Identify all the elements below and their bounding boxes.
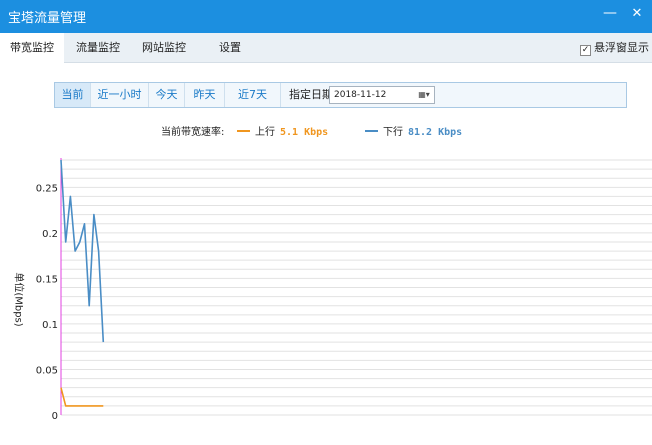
minimize-icon[interactable]: — — [601, 6, 619, 22]
filter-today-button[interactable]: 今天 — [149, 83, 185, 107]
float-window-label: 悬浮窗显示 — [594, 41, 649, 54]
upload-label: 上行 — [255, 127, 275, 138]
date-filter-label: 指定日期 — [289, 88, 333, 101]
y-tick-label: 0.15 — [36, 274, 58, 285]
float-window-checkbox[interactable]: ✓ — [580, 45, 591, 56]
filter-current-button[interactable]: 当前 — [55, 83, 91, 107]
legend-download: 下行 81.2 Kbps — [365, 126, 462, 140]
y-tick-label: 0.2 — [42, 229, 58, 240]
upload-rate: 5.1 Kbps — [280, 127, 329, 138]
close-icon[interactable]: ✕ — [628, 5, 646, 23]
tab-site-monitor[interactable]: 网站监控 — [132, 33, 196, 63]
y-tick-label: 0.05 — [36, 365, 58, 376]
y-tick-label: 0 — [52, 411, 58, 422]
y-tick-label: 0.25 — [36, 183, 58, 194]
time-filter-bar: 当前 近一小时 今天 昨天 近7天 指定日期 2018-11-12 ▦▾ — [54, 82, 627, 108]
date-input-value: 2018-11-12 — [334, 90, 387, 100]
download-label: 下行 — [383, 127, 403, 138]
title-bar: 宝塔流量管理 — ✕ — [0, 0, 652, 33]
legend-upload: 上行 5.1 Kbps — [237, 126, 328, 140]
download-swatch — [365, 130, 378, 132]
calendar-dropdown-icon[interactable]: ▦▾ — [416, 88, 432, 102]
tab-bandwidth-monitor[interactable]: 带宽监控 — [0, 33, 64, 64]
upload-swatch — [237, 130, 250, 132]
window-title: 宝塔流量管理 — [8, 11, 87, 26]
y-tick-labels: 0 0.05 0.1 0.15 0.2 0.25 — [36, 183, 58, 422]
bandwidth-chart: 0 0.05 0.1 0.15 0.2 0.25 — [36, 158, 652, 422]
filter-yesterday-button[interactable]: 昨天 — [185, 83, 225, 107]
filter-last-7-days-button[interactable]: 近7天 — [225, 83, 281, 107]
legend-caption: 当前带宽速率: — [161, 127, 225, 138]
chart-grid — [60, 158, 652, 416]
filter-last-hour-button[interactable]: 近一小时 — [91, 83, 149, 107]
tab-settings[interactable]: 设置 — [204, 33, 256, 63]
download-rate: 81.2 Kbps — [408, 127, 463, 138]
tab-traffic-monitor[interactable]: 流量监控 — [66, 33, 130, 63]
y-tick-label: 0.1 — [42, 320, 58, 331]
tab-bar: 带宽监控 流量监控 网站监控 设置 ✓ 悬浮窗显示 — [0, 33, 652, 64]
float-window-toggle[interactable]: ✓ 悬浮窗显示 — [580, 41, 649, 56]
date-input[interactable]: 2018-11-12 ▦▾ — [329, 86, 435, 104]
